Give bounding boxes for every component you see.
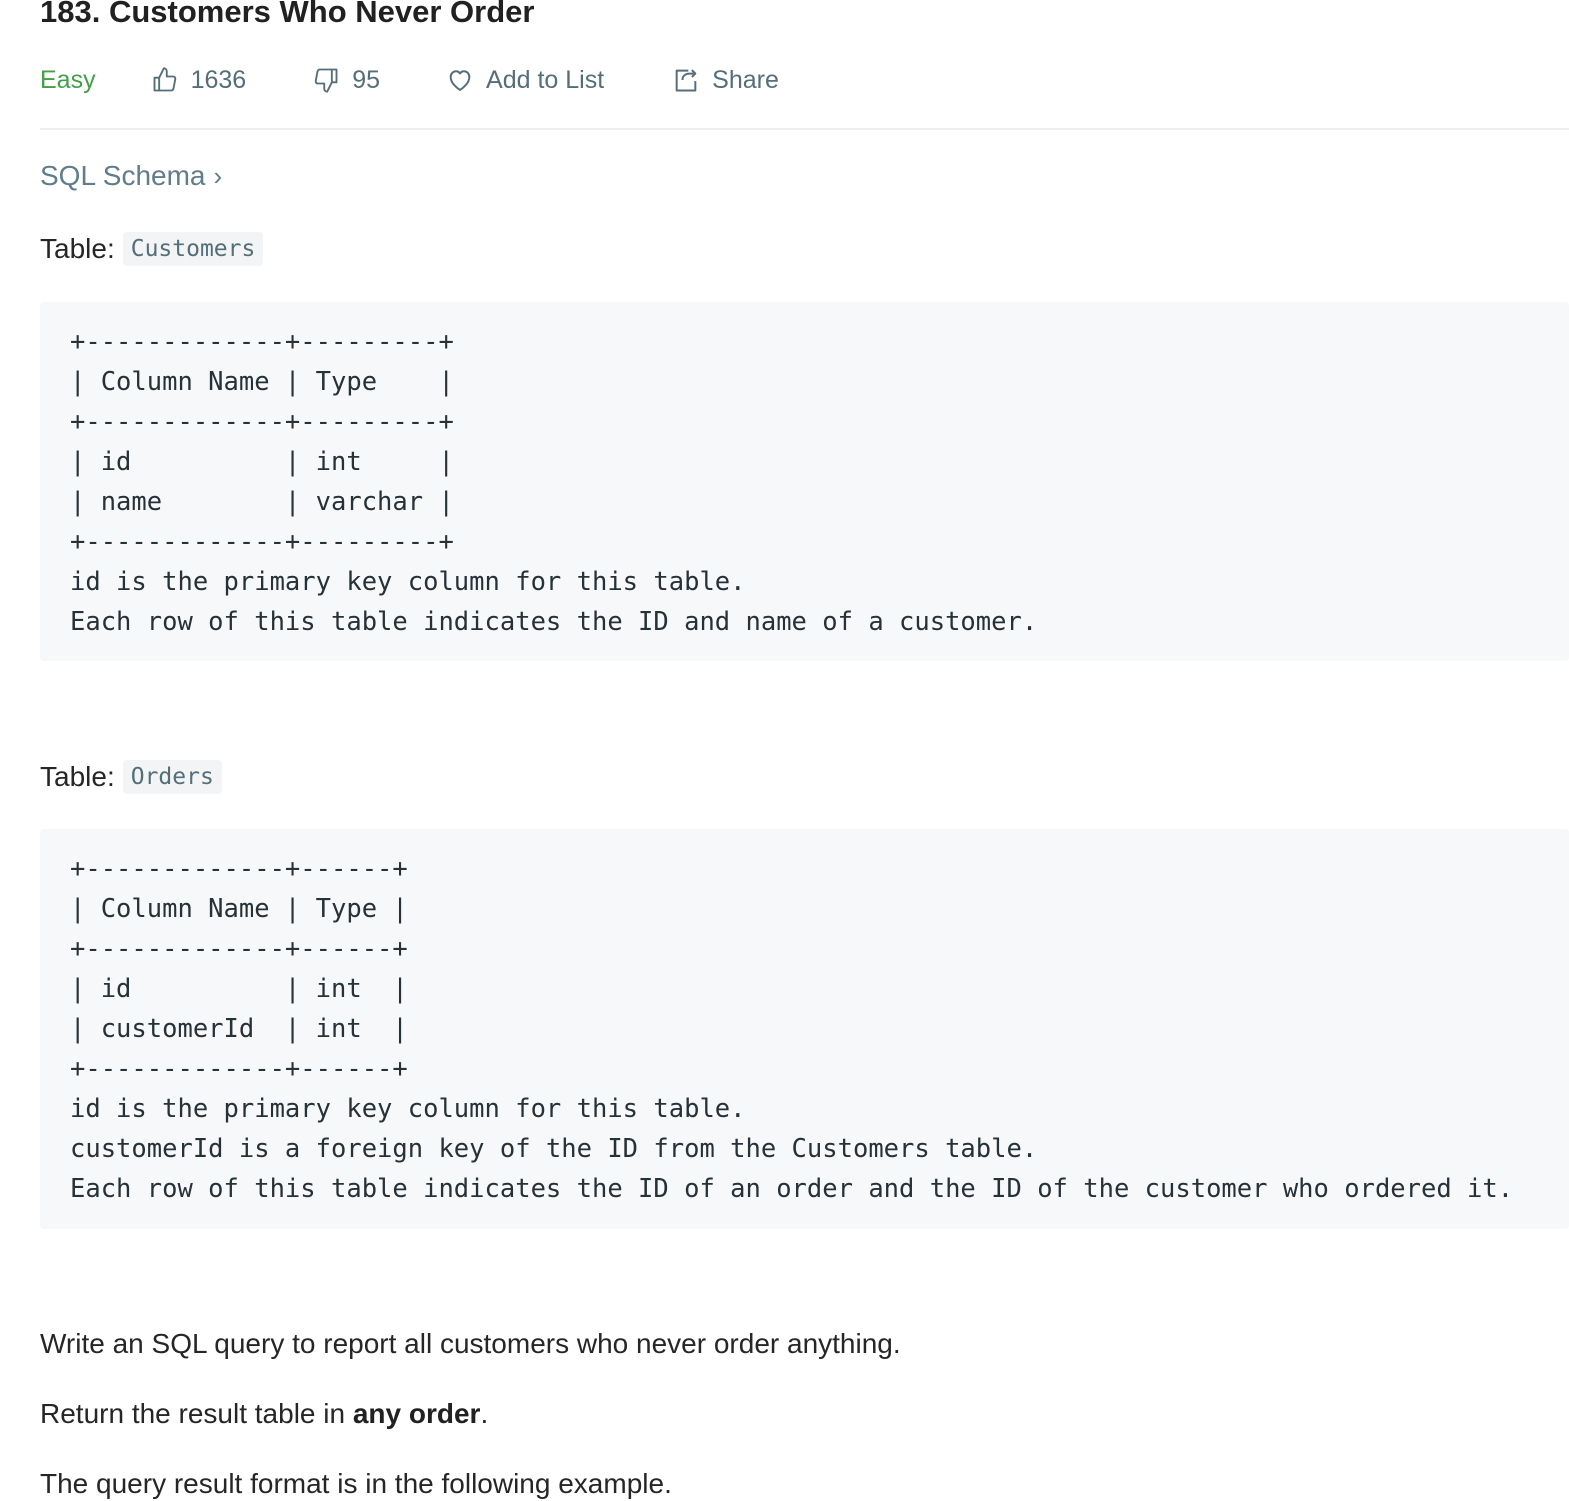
- like-count: 1636: [190, 65, 247, 94]
- share-label: Share: [712, 65, 779, 94]
- description-line-3: The query result format is in the follow…: [40, 1468, 672, 1499]
- add-to-list-button[interactable]: Add to List: [446, 66, 604, 95]
- dislike-button[interactable]: 95: [312, 66, 380, 95]
- description-line-2-suffix: .: [480, 1398, 489, 1429]
- thumbs-up-icon: [153, 67, 176, 92]
- table-name-chip: Orders: [122, 760, 222, 794]
- chevron-right-icon: ›: [213, 161, 223, 191]
- description-line-2: Return the result table in any order.: [40, 1398, 488, 1430]
- heart-icon: [449, 70, 471, 91]
- customers-table-label: Table: Customers: [40, 232, 264, 266]
- like-button[interactable]: 1636: [151, 65, 247, 95]
- thumbs-down-icon: [314, 68, 338, 93]
- table-label-text: Table:: [40, 233, 115, 264]
- difficulty-badge: Easy: [40, 65, 96, 94]
- problem-meta-bar: Easy 1636 95 Add to List Share: [40, 60, 779, 100]
- customers-schema-block: +-------------+---------+ | Column Name …: [40, 302, 1569, 661]
- dislike-count: 95: [352, 65, 381, 94]
- description-line-2-prefix: Return the result table in: [40, 1398, 353, 1429]
- share-button[interactable]: Share: [672, 66, 779, 95]
- share-icon: [675, 69, 697, 92]
- add-to-list-label: Add to List: [486, 65, 605, 94]
- orders-table-label: Table: Orders: [40, 760, 222, 794]
- customers-schema-code: +-------------+---------+ | Column Name …: [70, 327, 1038, 637]
- table-name-chip: Customers: [122, 232, 264, 266]
- orders-schema-code: +-------------+------+ | Column Name | T…: [70, 854, 1514, 1204]
- orders-schema-block: +-------------+------+ | Column Name | T…: [40, 829, 1569, 1229]
- problem-title: 183. Customers Who Never Order: [40, 0, 535, 29]
- description-line-2-bold: any order: [352, 1398, 481, 1429]
- description-line-1: Write an SQL query to report all custome…: [40, 1328, 901, 1359]
- table-label-text: Table:: [40, 761, 115, 792]
- sql-schema-link[interactable]: SQL Schema ›: [40, 160, 222, 192]
- divider: [40, 128, 1569, 130]
- sql-schema-label: SQL Schema: [40, 160, 206, 191]
